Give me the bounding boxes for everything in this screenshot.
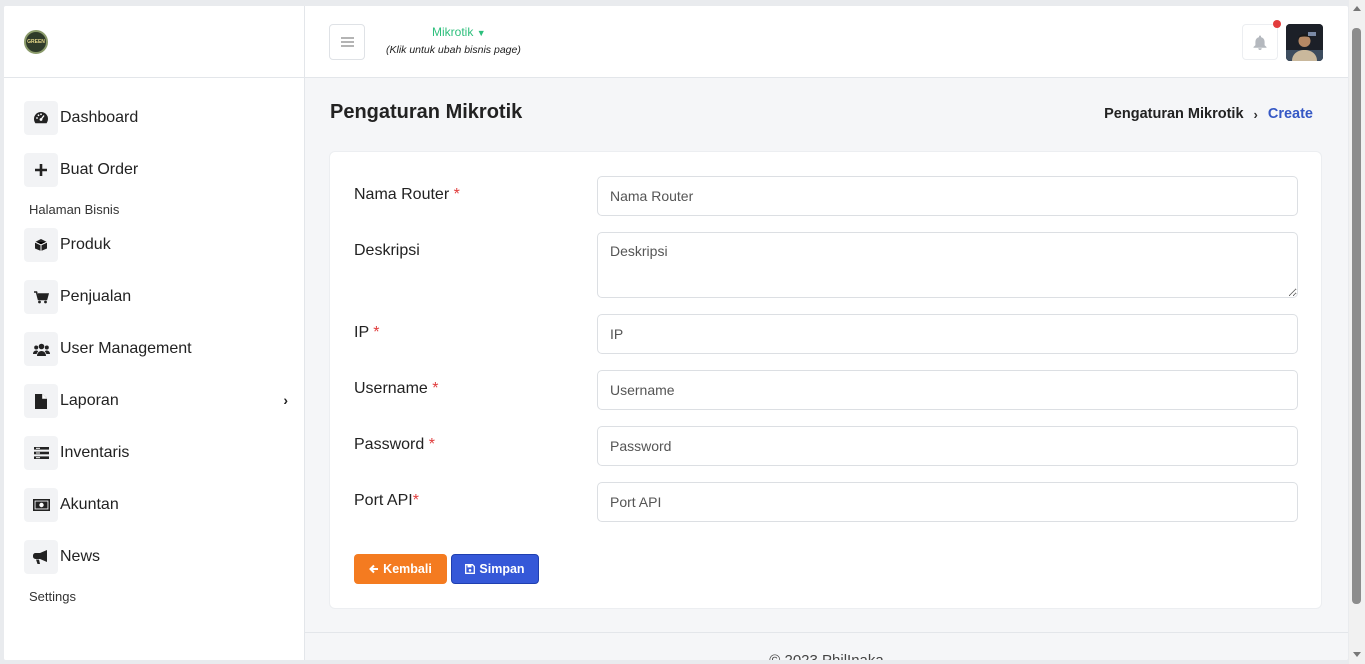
sidebar-item-buat-order[interactable]: Buat Order (24, 153, 292, 187)
username-input[interactable] (597, 370, 1298, 410)
save-button[interactable]: Simpan (451, 554, 539, 584)
sidebar-item-label: Laporan (60, 392, 119, 409)
business-hint: (Klik untuk ubah bisnis page) (386, 44, 521, 56)
required-marker: * (412, 492, 419, 509)
page-title: Pengaturan Mikrotik (330, 101, 523, 123)
password-label-text: Password (354, 436, 425, 453)
form-card: Nama Router * Deskripsi IP * Username * … (329, 151, 1322, 609)
required-marker: * (432, 380, 439, 397)
ip-label-text: IP (354, 324, 369, 341)
vertical-scrollbar[interactable] (1349, 0, 1365, 664)
logo-text: GREEN (27, 39, 45, 45)
ip-label: IP * (354, 324, 380, 342)
notification-dot (1273, 20, 1281, 28)
arrow-left-icon (369, 564, 379, 574)
deskripsi-label: Deskripsi (354, 242, 420, 259)
sidebar-item-label: Produk (60, 236, 111, 253)
box-icon (24, 228, 58, 262)
deskripsi-textarea[interactable] (597, 232, 1298, 298)
top-header: Mikrotik ▼ (Klik untuk ubah bisnis page) (305, 6, 1348, 78)
ip-input[interactable] (597, 314, 1298, 354)
avatar[interactable] (1286, 24, 1323, 61)
sidebar: GREEN Dashboard Buat Order Halaman Bisni… (4, 6, 305, 660)
app-window: GREEN Dashboard Buat Order Halaman Bisni… (4, 6, 1348, 660)
sidebar-item-penjualan[interactable]: Penjualan (24, 280, 292, 314)
megaphone-icon (24, 540, 58, 574)
breadcrumb: Pengaturan Mikrotik › Create (1104, 106, 1313, 122)
required-marker: * (373, 324, 380, 341)
port-api-input[interactable] (597, 482, 1298, 522)
hamburger-icon (340, 37, 354, 47)
password-input[interactable] (597, 426, 1298, 466)
caret-down-icon: ▼ (476, 28, 486, 38)
back-button[interactable]: Kembali (354, 554, 447, 584)
chevron-right-icon[interactable]: › (283, 392, 288, 408)
sidebar-item-label: Buat Order (60, 161, 139, 178)
footer: © 2023 PhilInaka (305, 632, 1348, 660)
section-label-halaman-bisnis: Halaman Bisnis (29, 202, 120, 217)
breadcrumb-current[interactable]: Create (1268, 106, 1313, 122)
logo-icon[interactable]: GREEN (24, 30, 48, 54)
sidebar-item-akuntan[interactable]: Akuntan (24, 488, 292, 522)
sidebar-item-label: Penjualan (60, 288, 132, 305)
sidebar-item-label: Dashboard (60, 109, 139, 126)
floppy-disk-icon (465, 564, 476, 574)
nama-router-label-text: Nama Router (354, 186, 450, 203)
port-api-label: Port API* (354, 492, 419, 510)
scrollbar-thumb[interactable] (1352, 28, 1361, 604)
required-marker: * (428, 436, 435, 453)
breadcrumb-parent[interactable]: Pengaturan Mikrotik (1104, 106, 1243, 122)
dashboard-gauge-icon (24, 101, 58, 135)
money-icon (24, 488, 58, 522)
password-label: Password * (354, 436, 435, 454)
username-label: Username * (354, 380, 439, 398)
back-button-label: Kembali (383, 562, 432, 576)
notification-button[interactable] (1242, 24, 1278, 60)
sidebar-item-laporan[interactable]: Laporan › (24, 384, 292, 418)
sidebar-item-news[interactable]: News (24, 540, 292, 574)
brand-area: GREEN (4, 6, 304, 78)
sidebar-item-label: Inventaris (60, 444, 130, 461)
scroll-down-arrow-icon[interactable] (1353, 652, 1361, 657)
nama-router-input[interactable] (597, 176, 1298, 216)
file-icon (24, 384, 58, 418)
business-select[interactable]: Mikrotik ▼ (432, 25, 486, 39)
sidebar-item-label: News (60, 548, 101, 565)
required-marker: * (453, 186, 460, 203)
sidebar-item-user-management[interactable]: User Management (24, 332, 292, 366)
username-label-text: Username (354, 380, 428, 397)
hamburger-menu-button[interactable] (329, 24, 365, 60)
business-select-label: Mikrotik (432, 25, 474, 39)
nama-router-label: Nama Router * (354, 186, 460, 204)
sidebar-item-label: User Management (60, 340, 192, 357)
bell-icon (1253, 35, 1267, 50)
port-api-label-text: Port API (354, 492, 413, 509)
sidebar-item-dashboard[interactable]: Dashboard (24, 101, 292, 135)
chevron-right-icon: › (1253, 106, 1258, 122)
save-button-label: Simpan (479, 562, 525, 576)
cart-icon (24, 280, 58, 314)
sidebar-item-produk[interactable]: Produk (24, 228, 292, 262)
plus-icon (24, 153, 58, 187)
list-icon (24, 436, 58, 470)
sidebar-item-inventaris[interactable]: Inventaris (24, 436, 292, 470)
users-icon (24, 332, 58, 366)
sidebar-item-label: Akuntan (60, 496, 119, 513)
footer-copyright: © 2023 PhilInaka (305, 652, 1348, 660)
section-label-settings: Settings (29, 589, 76, 604)
scroll-up-arrow-icon[interactable] (1353, 6, 1361, 11)
